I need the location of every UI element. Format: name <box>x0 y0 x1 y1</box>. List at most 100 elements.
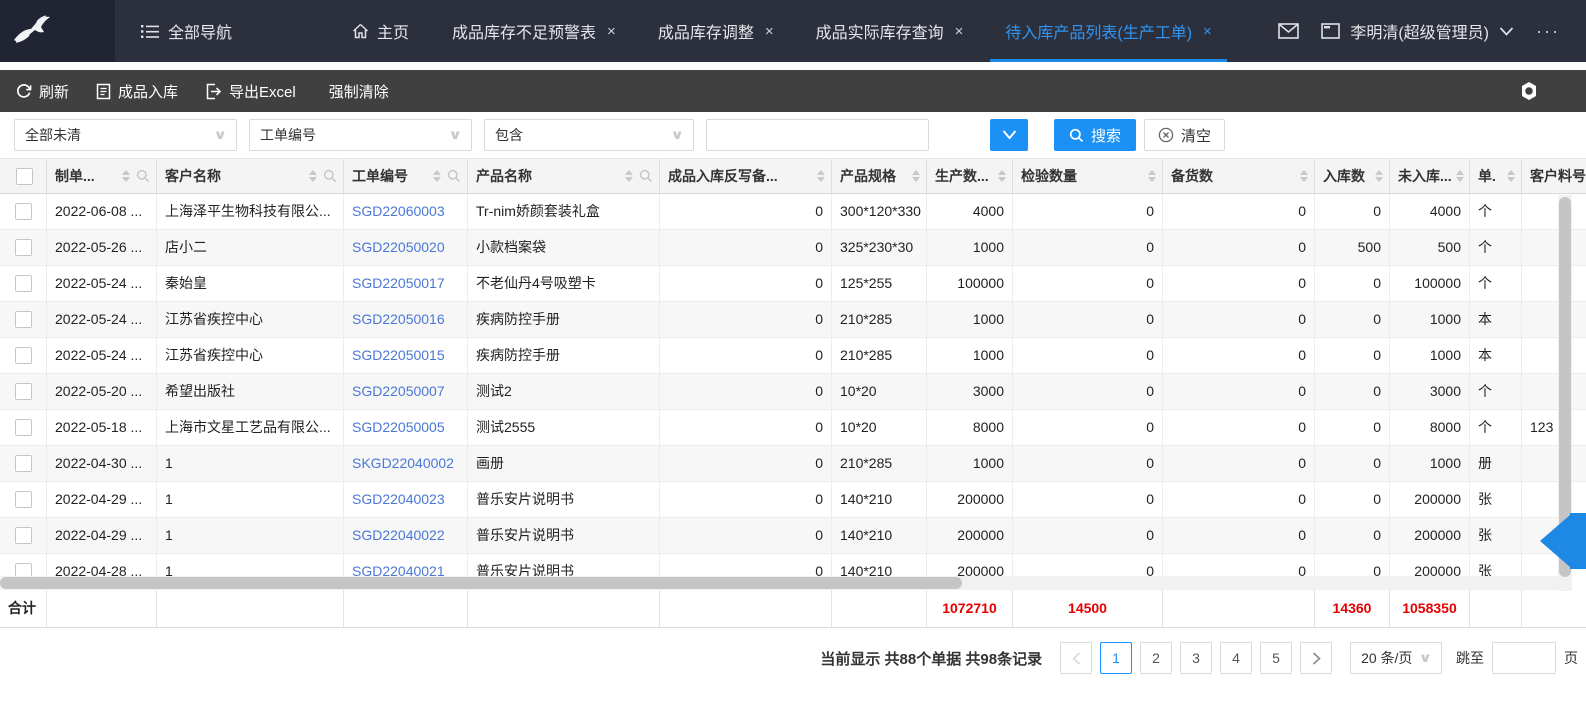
page-button-2[interactable]: 2 <box>1140 642 1172 674</box>
column-search-icon[interactable] <box>447 169 461 183</box>
row-checkbox[interactable] <box>15 455 32 472</box>
col-header-prod_qty[interactable]: 生产数... <box>927 159 1013 193</box>
force-clear-button[interactable]: 强制清除 <box>329 81 389 102</box>
col-header-writeback[interactable]: 成品入库反写备... <box>660 159 832 193</box>
order-no-link[interactable]: SGD22040021 <box>352 563 445 576</box>
table-row[interactable]: 2022-05-24 ...秦始皇SGD22050017不老仙丹4号吸塑卡012… <box>0 266 1586 302</box>
column-search-icon[interactable] <box>136 169 150 183</box>
column-search-icon[interactable] <box>639 169 653 183</box>
table-row[interactable]: 2022-04-28 ...1SGD22040021普乐安片说明书0140*21… <box>0 554 1586 576</box>
side-panel-toggle[interactable] <box>1570 513 1586 569</box>
order-no-link[interactable]: SGD22050007 <box>352 383 445 399</box>
col-header-product[interactable]: 产品名称 <box>468 159 660 193</box>
row-checkbox[interactable] <box>15 203 32 220</box>
page-button-4[interactable]: 4 <box>1220 642 1252 674</box>
col-header-date[interactable]: 制单... <box>47 159 157 193</box>
sort-icon[interactable] <box>1300 170 1308 182</box>
sort-icon[interactable] <box>998 170 1006 182</box>
horizontal-scrollbar-thumb[interactable] <box>0 577 962 589</box>
sort-icon[interactable] <box>433 170 441 182</box>
tab-close-icon[interactable]: × <box>1203 23 1212 40</box>
col-header-cust_part[interactable]: 客户料号 <box>1522 159 1586 193</box>
col-header-unit[interactable]: 单. <box>1470 159 1522 193</box>
mail-icon[interactable] <box>1278 23 1299 39</box>
row-checkbox[interactable] <box>15 347 32 364</box>
nav-all-menu-button[interactable]: 全部导航 <box>115 0 258 62</box>
order-no-link[interactable]: SGD22060003 <box>352 203 445 219</box>
sort-icon[interactable] <box>625 170 633 182</box>
order-no-link[interactable]: SGD22050015 <box>352 347 445 363</box>
export-excel-button[interactable]: 导出Excel <box>205 81 296 102</box>
select-all-checkbox[interactable] <box>16 168 33 185</box>
column-search-icon[interactable] <box>323 169 337 183</box>
order-no-link[interactable]: SKGD22040002 <box>352 455 454 471</box>
refresh-button[interactable]: 刷新 <box>16 81 69 102</box>
row-checkbox[interactable] <box>15 527 32 544</box>
col-header-order_no[interactable]: 工单编号 <box>344 159 468 193</box>
col-header-inspect_qty[interactable]: 检验数量 <box>1013 159 1163 193</box>
sort-icon[interactable] <box>912 170 920 182</box>
table-row[interactable]: 2022-05-20 ...希望出版社SGD22050007测试2010*203… <box>0 374 1586 410</box>
sort-icon[interactable] <box>1375 170 1383 182</box>
sort-icon[interactable] <box>1148 170 1156 182</box>
prev-page-button[interactable] <box>1060 642 1092 674</box>
settings-gear-icon[interactable] <box>1518 80 1570 102</box>
col-header-in_qty[interactable]: 入库数 <box>1315 159 1390 193</box>
table-row[interactable]: 2022-05-24 ...江苏省疾控中心SGD22050016疾病防控手册02… <box>0 302 1586 338</box>
page-size-select[interactable]: 20 条/页 ∨ <box>1350 642 1442 674</box>
order-no-link[interactable]: SGD22040023 <box>352 491 445 507</box>
page-button-3[interactable]: 3 <box>1180 642 1212 674</box>
col-header-spec[interactable]: 产品规格 <box>832 159 927 193</box>
row-checkbox[interactable] <box>15 419 32 436</box>
tab-成品实际库存查询[interactable]: 成品实际库存查询× <box>795 0 985 62</box>
tab-成品库存调整[interactable]: 成品库存调整× <box>637 0 795 62</box>
next-page-button[interactable] <box>1300 642 1332 674</box>
tab-home[interactable]: 主页 <box>330 0 431 62</box>
row-checkbox[interactable] <box>15 275 32 292</box>
operator-filter-select[interactable]: 包含∨ <box>484 119 694 151</box>
table-row[interactable]: 2022-05-24 ...江苏省疾控中心SGD22050015疾病防控手册02… <box>0 338 1586 374</box>
col-header-stock_qty[interactable]: 备货数 <box>1163 159 1315 193</box>
row-checkbox[interactable] <box>15 491 32 508</box>
sort-icon[interactable] <box>817 170 825 182</box>
col-header-customer[interactable]: 客户名称 <box>157 159 344 193</box>
keyword-input[interactable] <box>706 119 929 151</box>
tab-close-icon[interactable]: × <box>765 23 774 40</box>
order-no-link[interactable]: SGD22050005 <box>352 419 445 435</box>
table-row[interactable]: 2022-04-29 ...1SGD22040023普乐安片说明书0140*21… <box>0 482 1586 518</box>
expand-filters-button[interactable] <box>990 119 1028 151</box>
row-checkbox[interactable] <box>15 383 32 400</box>
sort-icon[interactable] <box>1456 170 1464 182</box>
user-menu[interactable]: 李明清(超级管理员) <box>1321 19 1514 43</box>
col-header-check[interactable] <box>0 159 47 193</box>
order-no-link[interactable]: SGD22040022 <box>352 527 445 543</box>
sort-icon[interactable] <box>122 170 130 182</box>
page-button-1[interactable]: 1 <box>1100 642 1132 674</box>
more-options-icon[interactable]: ··· <box>1536 21 1560 42</box>
tab-成品库存不足预警表[interactable]: 成品库存不足预警表× <box>431 0 637 62</box>
jump-to-page-input[interactable] <box>1492 642 1556 674</box>
field-filter-select[interactable]: 工单编号∨ <box>249 119 472 151</box>
row-checkbox[interactable] <box>15 239 32 256</box>
table-row[interactable]: 2022-04-29 ...1SGD22040022普乐安片说明书0140*21… <box>0 518 1586 554</box>
table-row[interactable]: 2022-06-08 ...上海泽平生物科技有限公...SGD22060003T… <box>0 194 1586 230</box>
table-row[interactable]: 2022-04-30 ...1SKGD22040002画册0210*285100… <box>0 446 1586 482</box>
order-no-link[interactable]: SGD22050016 <box>352 311 445 327</box>
col-header-not_in_qty[interactable]: 未入库... <box>1390 159 1470 193</box>
tab-close-icon[interactable]: × <box>955 23 964 40</box>
row-checkbox[interactable] <box>15 311 32 328</box>
page-button-5[interactable]: 5 <box>1260 642 1292 674</box>
row-checkbox[interactable] <box>15 563 32 576</box>
stock-in-button[interactable]: 成品入库 <box>96 81 178 102</box>
sort-icon[interactable] <box>1507 170 1515 182</box>
order-no-link[interactable]: SGD22050017 <box>352 275 445 291</box>
tab-close-icon[interactable]: × <box>607 23 616 40</box>
status-filter-select[interactable]: 全部未清∨ <box>14 119 237 151</box>
clear-button[interactable]: 清空 <box>1144 119 1225 151</box>
search-button[interactable]: 搜索 <box>1054 119 1136 151</box>
table-row[interactable]: 2022-05-18 ...上海市文星工艺品有限公...SGD22050005测… <box>0 410 1586 446</box>
tab-待入库产品列表(生产工单)[interactable]: 待入库产品列表(生产工单)× <box>984 0 1232 62</box>
order-no-link[interactable]: SGD22050020 <box>352 239 445 255</box>
table-row[interactable]: 2022-05-26 ...店小二SGD22050020小款档案袋0325*23… <box>0 230 1586 266</box>
sort-icon[interactable] <box>309 170 317 182</box>
